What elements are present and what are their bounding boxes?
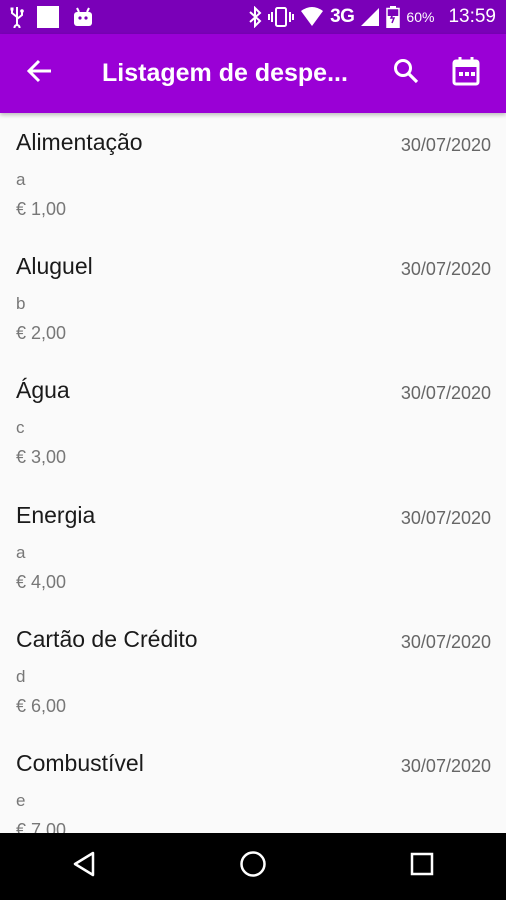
expense-description: a (16, 170, 26, 189)
battery-icon (386, 6, 401, 28)
expense-date: 30/07/2020 (400, 383, 491, 403)
expense-value: € 1,00 (16, 199, 67, 219)
expense-value: € 2,00 (16, 323, 67, 343)
bluetooth-icon (248, 6, 262, 28)
usb-icon (10, 6, 24, 28)
search-button[interactable] (376, 34, 436, 113)
expense-name: Aluguel (16, 253, 93, 279)
expense-date: 30/07/2020 (400, 508, 491, 528)
expense-description: a (16, 543, 26, 562)
expense-list[interactable]: Alimentação 30/07/2020 a € 1,00 Aluguel … (0, 113, 506, 833)
back-arrow-icon (26, 58, 53, 89)
expense-value: € 7,00 (16, 820, 67, 833)
image-notification-icon (36, 5, 60, 29)
expense-name: Alimentação (16, 129, 143, 155)
list-item[interactable]: Aluguel 30/07/2020 b € 2,00 (0, 237, 506, 361)
nav-home-button[interactable] (218, 833, 288, 900)
expense-name: Energia (16, 502, 96, 528)
expense-value: € 4,00 (16, 572, 67, 592)
expense-date: 30/07/2020 (400, 259, 491, 279)
expense-name: Cartão de Crédito (16, 626, 198, 652)
back-button[interactable] (0, 34, 80, 113)
expense-date: 30/07/2020 (400, 135, 491, 155)
nav-recents-button[interactable] (387, 833, 457, 900)
vibrate-icon (268, 6, 295, 28)
list-item[interactable]: Energia 30/07/2020 a € 4,00 (0, 486, 506, 610)
app-bar: Listagem de despe... (0, 34, 506, 113)
expense-date: 30/07/2020 (400, 632, 491, 652)
list-item[interactable]: Cartão de Crédito 30/07/2020 d € 6,00 (0, 610, 506, 734)
expense-value: € 6,00 (16, 696, 67, 716)
clock: 13:59 (448, 6, 496, 27)
nav-recents-icon (410, 852, 434, 881)
nav-back-icon (72, 851, 96, 882)
list-item[interactable]: Alimentação 30/07/2020 a € 1,00 (0, 113, 506, 237)
expense-description: e (16, 791, 26, 810)
list-item[interactable]: Combustível 30/07/2020 e € 7,00 (0, 734, 506, 833)
search-icon (393, 58, 419, 89)
nav-back-button[interactable] (49, 833, 119, 900)
calendar-icon (452, 56, 480, 91)
expense-name: Água (16, 377, 70, 403)
page-title: Listagem de despe... (102, 59, 348, 87)
calendar-button[interactable] (436, 34, 496, 113)
system-nav-bar (0, 833, 506, 900)
expense-value: € 3,00 (16, 447, 67, 467)
expense-name: Combustível (16, 750, 144, 776)
list-item[interactable]: Água 30/07/2020 c € 3,00 (0, 361, 506, 485)
nav-home-icon (239, 850, 267, 883)
expense-description: b (16, 294, 26, 313)
expense-description: d (16, 667, 26, 686)
android-icon (72, 6, 94, 28)
network-type-label: 3G (330, 6, 355, 27)
wifi-icon (300, 7, 324, 27)
signal-icon (360, 7, 380, 27)
status-bar: 3G 60% 13:59 (0, 0, 506, 34)
expense-date: 30/07/2020 (400, 756, 491, 776)
battery-percentage: 60% (406, 9, 435, 25)
expense-description: c (16, 418, 25, 437)
